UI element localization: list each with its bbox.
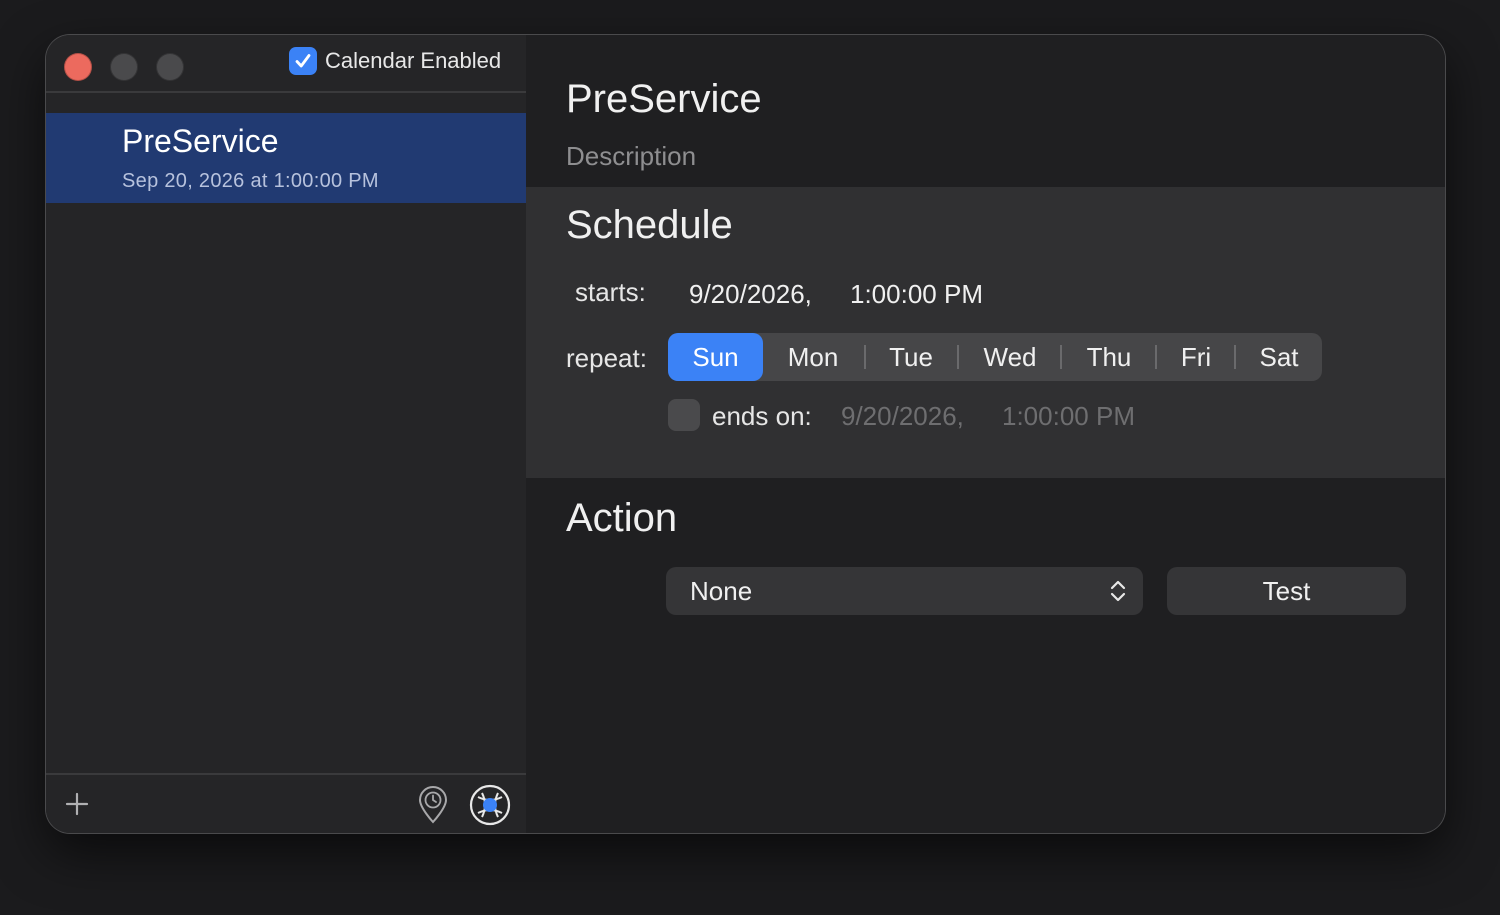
- ends-on-label: ends on:: [712, 401, 812, 431]
- titlebar: Calendar Enabled: [46, 35, 526, 92]
- day-fri[interactable]: Fri: [1157, 333, 1235, 381]
- checkmark-icon: [295, 54, 311, 68]
- minimize-button[interactable]: [110, 53, 138, 81]
- repeat-days-segmented-control: Sun Mon Tue Wed Thu Fri Sat: [668, 333, 1322, 381]
- list-item-title: PreService: [122, 123, 279, 159]
- divider: [46, 91, 526, 93]
- location-clock-icon[interactable]: [416, 785, 450, 825]
- network-globe-icon[interactable]: [468, 783, 512, 827]
- day-wed[interactable]: Wed: [959, 333, 1061, 381]
- starts-date-picker[interactable]: 9/20/2026,: [689, 279, 812, 310]
- plus-icon[interactable]: [64, 791, 90, 817]
- day-sun[interactable]: Sun: [668, 333, 763, 381]
- chevron-up-down-icon: [1110, 580, 1126, 602]
- test-button[interactable]: Test: [1167, 567, 1406, 615]
- action-select-value: None: [690, 576, 753, 606]
- starts-label: starts:: [575, 277, 646, 307]
- calendar-enabled-label: Calendar Enabled: [325, 48, 502, 73]
- list-item-subtitle: Sep 20, 2026 at 1:00:00 PM: [122, 170, 379, 192]
- starts-time-picker[interactable]: 1:00:00 PM: [850, 279, 983, 310]
- app-window: Calendar Enabled PreService Sep 20, 2026…: [46, 35, 1445, 833]
- day-thu[interactable]: Thu: [1062, 333, 1156, 381]
- list-item[interactable]: PreService Sep 20, 2026 at 1:00:00 PM: [46, 113, 526, 203]
- event-title-field[interactable]: PreService: [566, 77, 762, 122]
- close-button[interactable]: [64, 53, 92, 81]
- schedule-section: Schedule starts: 9/20/2026, 1:00:00 PM r…: [526, 187, 1445, 478]
- action-heading: Action: [566, 496, 678, 540]
- calendar-enabled-toggle[interactable]: Calendar Enabled: [289, 47, 501, 75]
- detail-pane: PreService Description Schedule starts: …: [526, 35, 1445, 833]
- day-tue[interactable]: Tue: [865, 333, 957, 381]
- ends-on-checkbox[interactable]: [668, 399, 700, 431]
- repeat-label: repeat:: [566, 343, 647, 373]
- description-field[interactable]: Description: [566, 141, 696, 172]
- day-sat[interactable]: Sat: [1236, 333, 1322, 381]
- ends-time-picker[interactable]: 1:00:00 PM: [1002, 401, 1135, 432]
- schedule-heading: Schedule: [566, 203, 733, 247]
- zoom-button[interactable]: [156, 53, 184, 81]
- sidebar: Calendar Enabled PreService Sep 20, 2026…: [46, 35, 526, 833]
- action-select[interactable]: None: [666, 567, 1143, 615]
- calendar-enabled-checkbox[interactable]: [289, 47, 317, 75]
- divider: [46, 773, 526, 775]
- day-mon[interactable]: Mon: [763, 333, 863, 381]
- ends-date-picker[interactable]: 9/20/2026,: [841, 401, 964, 432]
